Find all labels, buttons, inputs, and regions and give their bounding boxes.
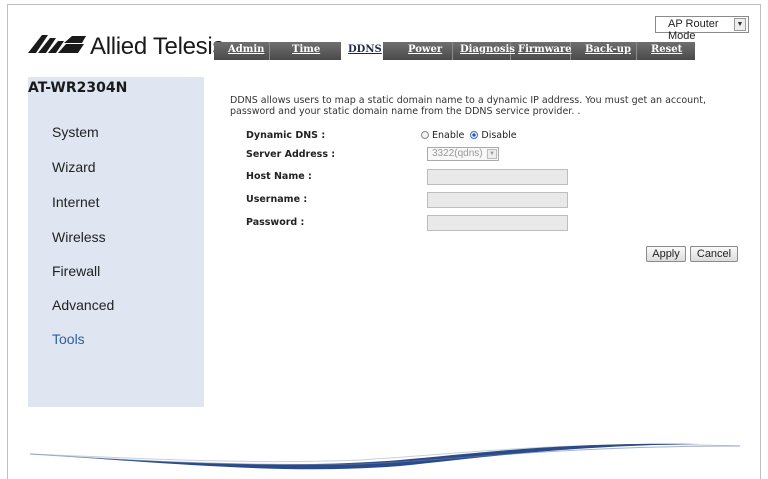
sidebar-item-firewall[interactable]: Firewall <box>52 263 100 279</box>
dynamic-dns-label: Dynamic DNS : <box>246 130 326 141</box>
disable-radio[interactable] <box>470 131 479 139</box>
operation-mode-select[interactable]: AP Router Mode ▼ <box>655 16 749 42</box>
allied-telesis-logo-icon <box>28 35 86 53</box>
tab-diagnosis[interactable]: Diagnosis <box>460 44 515 55</box>
tab-divider <box>636 42 637 60</box>
cancel-button[interactable]: Cancel <box>690 246 738 262</box>
tab-ddns[interactable]: DDNS <box>348 44 382 55</box>
model-name: AT-WR2304N <box>28 80 128 96</box>
chevron-down-icon[interactable]: ▼ <box>734 18 746 31</box>
host-name-label: Host Name : <box>246 171 312 182</box>
sidebar-item-wizard[interactable]: Wizard <box>52 159 96 175</box>
enable-radio[interactable] <box>421 131 429 139</box>
tab-reset[interactable]: Reset <box>651 44 682 55</box>
enable-label: Enable <box>432 130 465 141</box>
disable-label: Disable <box>481 130 517 141</box>
username-label: Username : <box>246 194 308 205</box>
tab-admin[interactable]: Admin <box>228 44 264 55</box>
brand-name: Allied Telesis <box>90 33 225 60</box>
enable-option[interactable]: Enable <box>421 130 464 141</box>
dynamic-dns-radio-group: Enable Disable <box>421 130 517 141</box>
tab-backup[interactable]: Back-up <box>585 44 631 55</box>
chevron-down-icon[interactable]: ▼ <box>487 149 497 159</box>
tab-divider <box>452 42 453 60</box>
sidebar-item-wireless[interactable]: Wireless <box>52 229 106 245</box>
server-address-label: Server Address : <box>246 149 336 160</box>
sidebar-item-system[interactable]: System <box>52 124 99 140</box>
ddns-description: DDNS allows users to map a static domain… <box>230 95 706 117</box>
tab-power[interactable]: Power <box>408 44 442 55</box>
tab-time[interactable]: Time <box>292 44 320 55</box>
password-label: Password : <box>246 217 305 228</box>
decorative-swoosh <box>29 443 741 470</box>
server-address-select[interactable]: 3322(qdns) ▼ <box>427 147 499 161</box>
sidebar-item-advanced[interactable]: Advanced <box>52 297 114 313</box>
password-input[interactable] <box>427 215 568 231</box>
sidebar-item-internet[interactable]: Internet <box>52 194 99 210</box>
host-name-input[interactable] <box>427 169 568 185</box>
disable-option[interactable]: Disable <box>470 130 517 141</box>
username-input[interactable] <box>427 192 568 208</box>
sidebar-item-tools[interactable]: Tools <box>52 331 85 347</box>
tab-firmware[interactable]: Firmware <box>518 44 571 55</box>
server-address-value: 3322(qdns) <box>432 148 483 159</box>
apply-button[interactable]: Apply <box>646 246 686 262</box>
tab-divider <box>269 42 270 60</box>
